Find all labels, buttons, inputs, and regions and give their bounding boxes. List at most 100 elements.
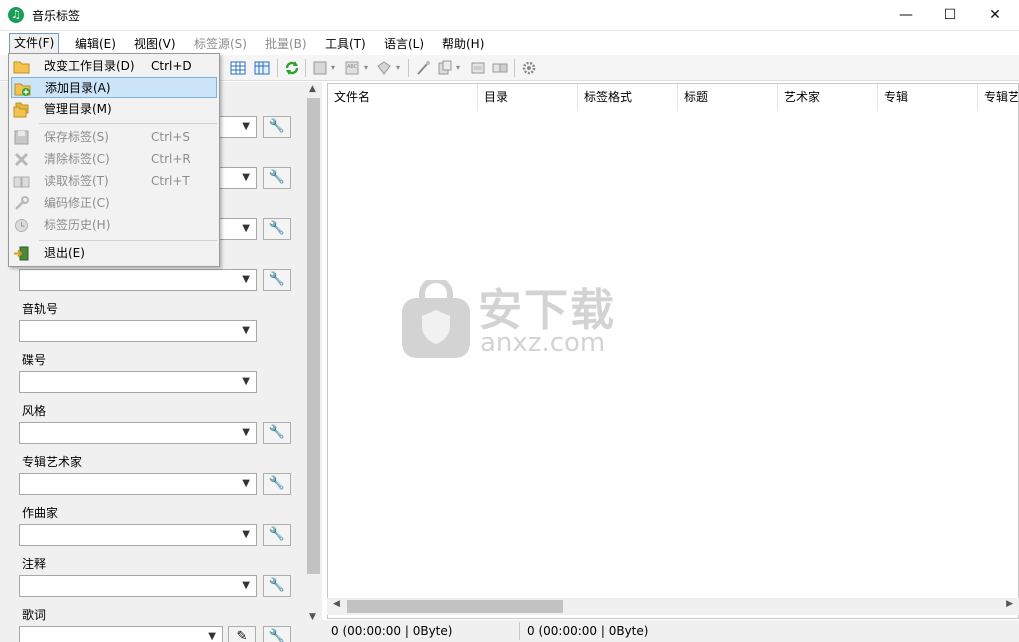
menu-item-label: 保存标签(S) <box>44 130 109 144</box>
chevron-down-icon: ▼ <box>242 325 250 336</box>
menu-item-label: 管理目录(M) <box>44 102 112 116</box>
menu-item-manage-directories[interactable]: 管理目录(M) <box>11 99 217 120</box>
menu-item-shortcut: Ctrl+T <box>151 174 190 188</box>
add-folder-icon <box>14 83 31 96</box>
column-header-title[interactable]: 标题 <box>678 84 778 110</box>
menu-item-add-directory[interactable]: 添加目录(A) <box>11 77 217 98</box>
chevron-down-icon: ▼ <box>242 427 250 438</box>
chevron-down-icon: ▼ <box>242 529 250 540</box>
chevron-down-icon: ▼ <box>242 478 250 489</box>
album-artist-label: 专辑艺术家 <box>22 455 83 469</box>
column-header-album-artist[interactable]: 专辑艺 <box>978 84 1018 110</box>
svg-text:ABC: ABC <box>347 64 358 70</box>
menu-item-shortcut: Ctrl+S <box>151 130 191 144</box>
lyrics-edit-button[interactable]: ✎ <box>228 626 256 642</box>
album-artist-wrench-button[interactable]: 🔧 <box>263 473 291 495</box>
chevron-down-icon: ▼ <box>242 580 250 591</box>
disc-label: 碟号 <box>22 353 47 367</box>
column-header-filename[interactable]: 文件名 <box>328 84 478 110</box>
menu-edit[interactable]: 编辑(E) <box>71 34 120 54</box>
wrench-button[interactable]: 🔧 <box>263 269 291 291</box>
status-separator <box>519 622 520 640</box>
grid-view-icon[interactable] <box>229 59 247 77</box>
wrench-button[interactable]: 🔧 <box>263 116 291 138</box>
book-icon <box>13 176 30 188</box>
comment-wrench-button[interactable]: 🔧 <box>263 575 291 597</box>
gear-icon[interactable] <box>520 59 538 77</box>
menu-item-tag-history[interactable]: 标签历史(H) <box>11 215 217 236</box>
magic-wand-icon[interactable] <box>414 59 432 77</box>
composer-label: 作曲家 <box>22 506 59 520</box>
genre-combo[interactable]: ▼ <box>19 422 257 444</box>
rename-icon[interactable] <box>469 59 487 77</box>
abc-tag-icon[interactable]: ABC <box>343 59 361 77</box>
menu-item-save-tags[interactable]: 保存标签(S) Ctrl+S <box>11 127 217 148</box>
watermark: 安下载 anxz.com <box>400 277 620 360</box>
scrollbar-thumb[interactable] <box>307 98 320 574</box>
disc-combo[interactable]: ▼ <box>19 371 257 393</box>
scroll-left-icon[interactable]: ◀ <box>333 599 340 609</box>
dropdown-arrow-icon[interactable]: ▾ <box>396 63 414 81</box>
composer-wrench-button[interactable]: 🔧 <box>263 524 291 546</box>
app-music-icon: ♫ <box>8 7 24 23</box>
lyrics-wrench-button[interactable]: 🔧 <box>263 626 291 642</box>
save-icon <box>14 130 29 145</box>
scrollbar-thumb[interactable] <box>347 600 563 613</box>
menu-tools[interactable]: 工具(T) <box>321 34 370 54</box>
menu-item-label: 编码修正(C) <box>44 196 110 210</box>
file-list-hscrollbar[interactable]: ◀ ▶ <box>327 598 1019 615</box>
cover-icon[interactable] <box>311 59 329 77</box>
refresh-icon[interactable] <box>283 59 301 77</box>
scroll-right-icon[interactable]: ▶ <box>1006 599 1013 609</box>
column-header-tag-format[interactable]: 标签格式 <box>578 84 678 110</box>
menu-item-clear-tags[interactable]: 清除标签(C) Ctrl+R <box>11 149 217 170</box>
column-header-album[interactable]: 专辑 <box>878 84 978 110</box>
menu-item-encoding-fix[interactable]: 编码修正(C) <box>11 193 217 214</box>
tags-icon[interactable] <box>375 59 393 77</box>
convert-icon[interactable] <box>491 59 509 77</box>
menu-separator <box>39 123 217 124</box>
menu-help[interactable]: 帮助(H) <box>438 34 488 54</box>
wrench-icon <box>15 196 29 210</box>
wrench-button[interactable]: 🔧 <box>263 218 291 240</box>
menu-tag-source[interactable]: 标签源(S) <box>190 34 251 54</box>
menu-file[interactable]: 文件(F) <box>9 33 60 54</box>
composer-combo[interactable]: ▼ <box>19 524 257 546</box>
menu-item-read-tags[interactable]: 读取标签(T) Ctrl+T <box>11 171 217 192</box>
wrench-button[interactable]: 🔧 <box>263 167 291 189</box>
tag-field-combo[interactable]: ▼ <box>19 269 257 291</box>
menu-language[interactable]: 语言(L) <box>380 34 428 54</box>
menu-batch[interactable]: 批量(B) <box>261 34 311 54</box>
chevron-down-icon: ▼ <box>242 376 250 387</box>
menu-item-label: 清除标签(C) <box>44 152 110 166</box>
track-label: 音轨号 <box>22 302 59 316</box>
copy-tag-icon[interactable] <box>436 59 454 77</box>
menu-view[interactable]: 视图(V) <box>130 34 180 54</box>
panel-scrollbar[interactable]: ▲ ▼ <box>305 82 322 624</box>
minimize-button[interactable]: — <box>883 0 929 30</box>
menu-separator <box>39 240 217 241</box>
folder-icon <box>13 61 30 74</box>
comment-combo[interactable]: ▼ <box>19 575 257 597</box>
menu-item-label: 改变工作目录(D) <box>44 59 135 73</box>
toolbar-separator <box>514 59 515 77</box>
menu-item-exit[interactable]: 退出(E) <box>11 243 217 264</box>
shield-logo-icon <box>402 277 470 358</box>
album-artist-combo[interactable]: ▼ <box>19 473 257 495</box>
maximize-button[interactable]: ☐ <box>927 0 973 30</box>
title-bar: ♫ 音乐标签 — ☐ ✕ <box>0 0 1019 31</box>
column-header-directory[interactable]: 目录 <box>478 84 578 110</box>
track-combo[interactable]: ▼ <box>19 320 257 342</box>
status-left: 0 (00:00:00 | 0Byte) <box>331 624 453 638</box>
scroll-up-icon[interactable]: ▲ <box>309 84 316 94</box>
column-header-artist[interactable]: 艺术家 <box>778 84 878 110</box>
genre-wrench-button[interactable]: 🔧 <box>263 422 291 444</box>
window-title: 音乐标签 <box>32 9 81 23</box>
chevron-down-icon: ▼ <box>208 631 216 642</box>
close-button[interactable]: ✕ <box>972 0 1018 30</box>
lyrics-combo[interactable]: ▼ <box>19 626 223 642</box>
watermark-domain: anxz.com <box>480 328 606 358</box>
table-view-icon[interactable] <box>253 59 271 77</box>
status-bar: 0 (00:00:00 | 0Byte) 0 (00:00:00 | 0Byte… <box>305 620 1019 642</box>
menu-item-change-workdir[interactable]: 改变工作目录(D) Ctrl+D <box>11 56 217 77</box>
